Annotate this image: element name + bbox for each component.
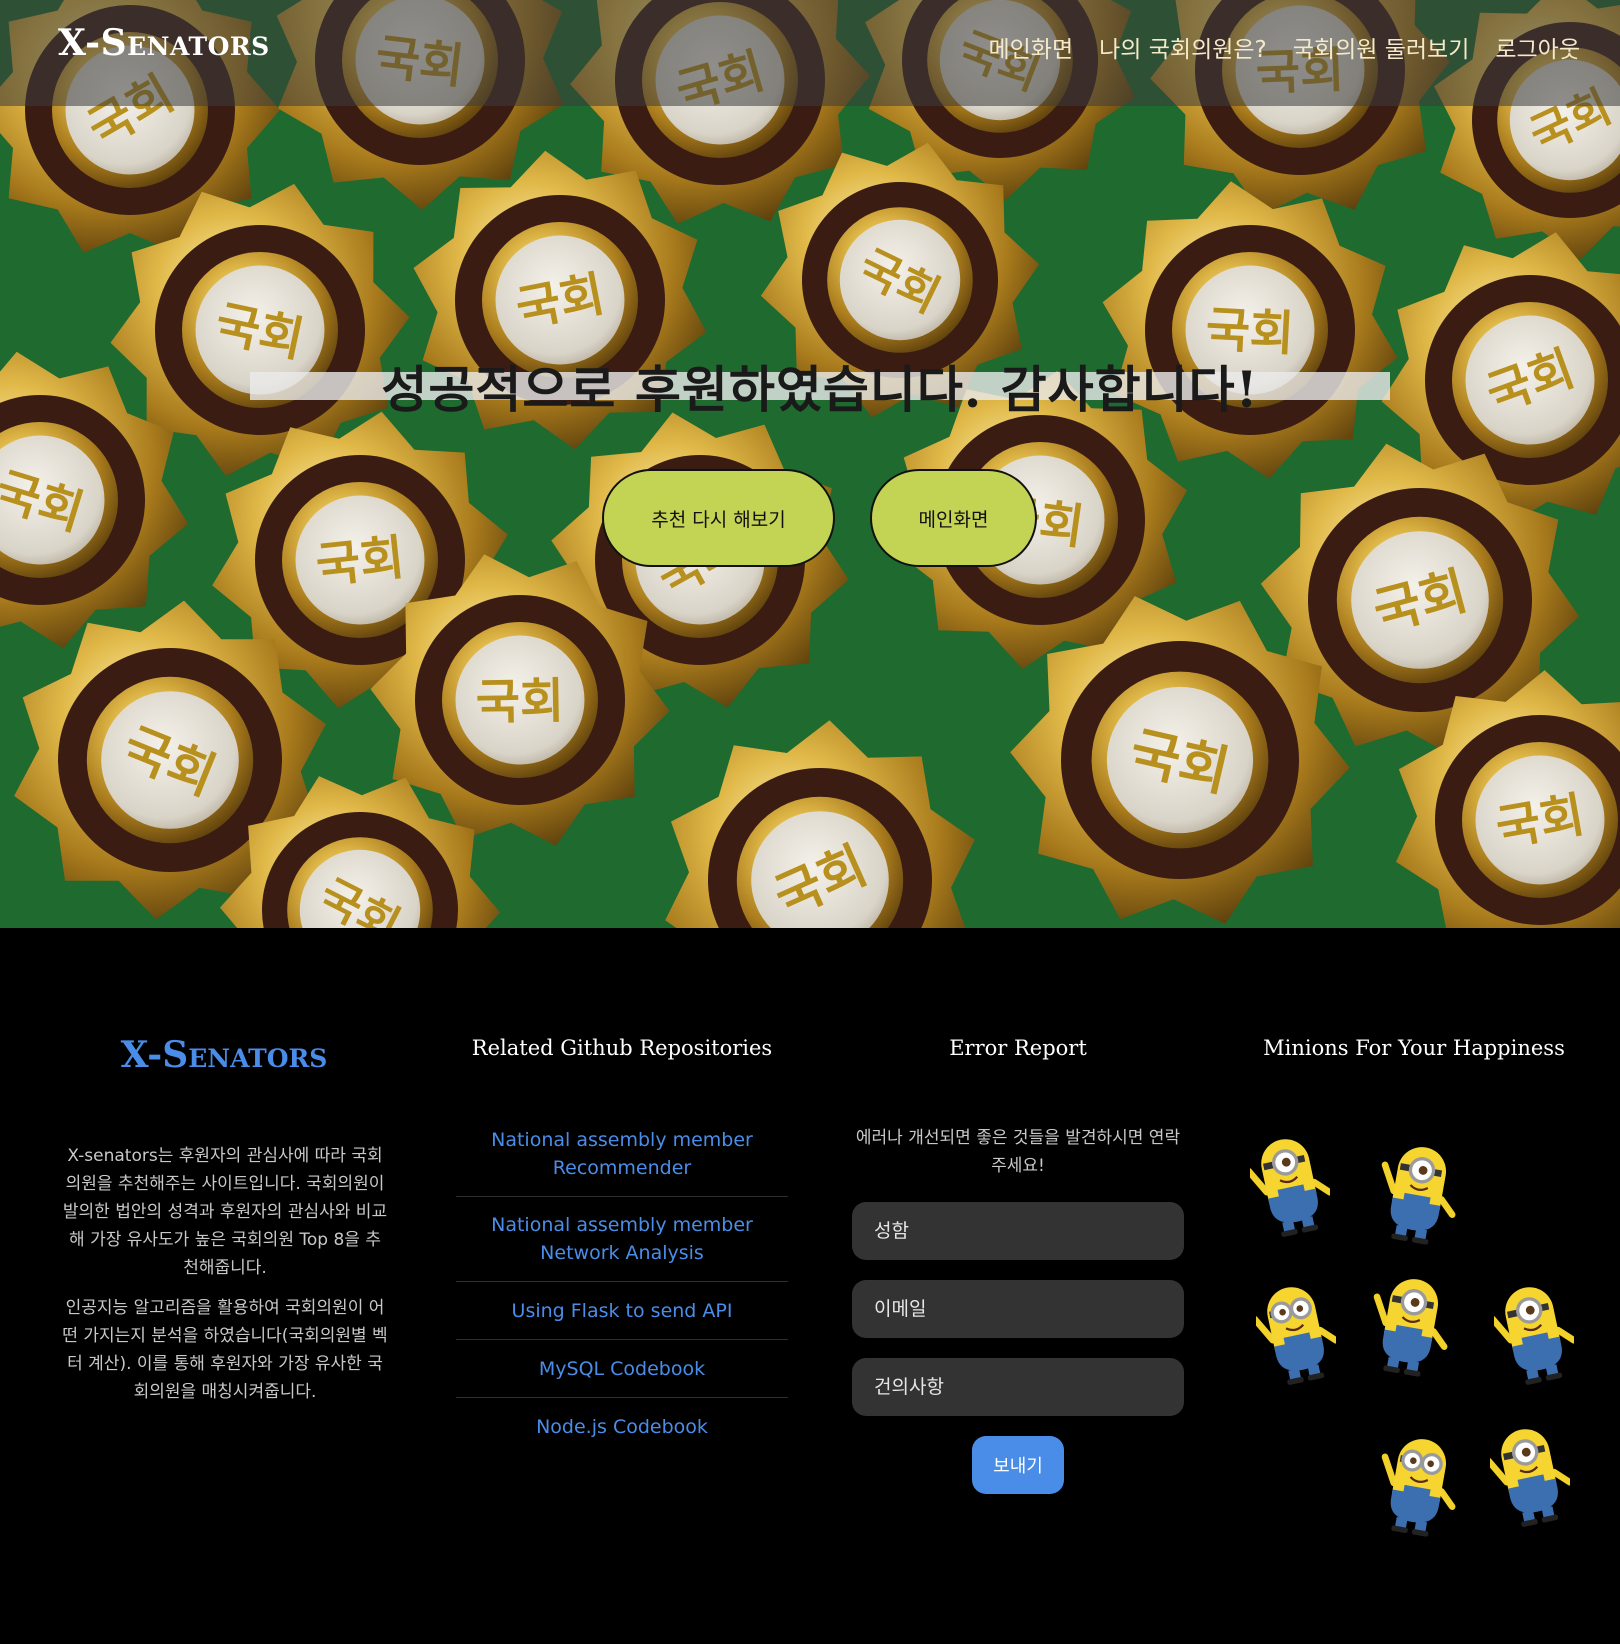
minions-title: Minions For Your Happiness [1263, 1036, 1565, 1060]
about-text: X-senators는 후원자의 관심사에 따라 국회의원을 추천해주는 사이트… [62, 1142, 388, 1418]
minion-image [1370, 1270, 1450, 1384]
nav-main[interactable]: 메인화면 [988, 30, 1073, 64]
minion-image [1251, 1278, 1340, 1392]
minion-image [1378, 1138, 1458, 1252]
success-headline: 성공적으로 후원하였습니다. 감사합니다! [381, 360, 1259, 419]
navbar: X-Senators 메인화면 나의 국회의원은? 국회의원 둘러보기 로그아웃 [0, 0, 1620, 106]
suggestion-field[interactable] [852, 1358, 1184, 1416]
nav-browse[interactable]: 국회의원 둘러보기 [1293, 30, 1470, 64]
repos-title: Related Github Repositories [471, 1036, 773, 1060]
badge-text: 국회 [475, 673, 564, 731]
about-paragraph: X-senators는 후원자의 관심사에 따라 국회의원을 추천해주는 사이트… [62, 1146, 388, 1278]
nav-logout[interactable]: 로그아웃 [1495, 30, 1580, 64]
repo-link-mysql-codebook[interactable]: MySQL Codebook [456, 1340, 788, 1398]
footer-brand[interactable]: X-Senators [62, 1034, 386, 1076]
hero-section: 국회국회국회국회국회국회국회국회국회국회국회국회국회국회국회국회국회국회국회국회… [0, 0, 1620, 928]
error-report-title: Error Report [949, 1036, 1087, 1060]
error-report-note: 에러나 개선되면 좋은 것들을 발견하시면 연락주세요! [855, 1128, 1181, 1176]
nav-links: 메인화면 나의 국회의원은? 국회의원 둘러보기 로그아웃 [988, 30, 1580, 64]
lapel-pins-background: 국회국회국회국회국회국회국회국회국회국회국회국회국회국회국회국회국회국회국회국회… [0, 0, 1620, 928]
repo-link-recommender[interactable]: National assembly member Recommender [456, 1112, 788, 1197]
main-page-button[interactable]: 메인화면 [870, 469, 1037, 567]
minion-image [1245, 1130, 1334, 1244]
repo-list: National assembly member Recommender Nat… [456, 1112, 788, 1455]
minion-image [1489, 1278, 1578, 1392]
send-button[interactable]: 보내기 [972, 1436, 1064, 1494]
repo-link-flask-api[interactable]: Using Flask to send API [456, 1282, 788, 1340]
name-field[interactable] [852, 1202, 1184, 1260]
brand-logo[interactable]: X-Senators [58, 22, 270, 64]
badge-text: 국회 [313, 530, 407, 595]
retry-recommendation-button[interactable]: 추천 다시 해보기 [602, 469, 835, 567]
repo-link-nodejs-codebook[interactable]: Node.js Codebook [456, 1398, 788, 1455]
nav-my-member[interactable]: 나의 국회의원은? [1099, 30, 1267, 64]
repo-link-network-analysis[interactable]: National assembly member Network Analysi… [456, 1197, 788, 1282]
minion-image [1378, 1430, 1458, 1544]
minion-image [1485, 1420, 1574, 1534]
about-paragraph: 인공지능 알고리즘을 활용하여 국회의원이 어떤 가지는지 분석을 하였습니다(… [62, 1298, 388, 1402]
email-field[interactable] [852, 1280, 1184, 1338]
